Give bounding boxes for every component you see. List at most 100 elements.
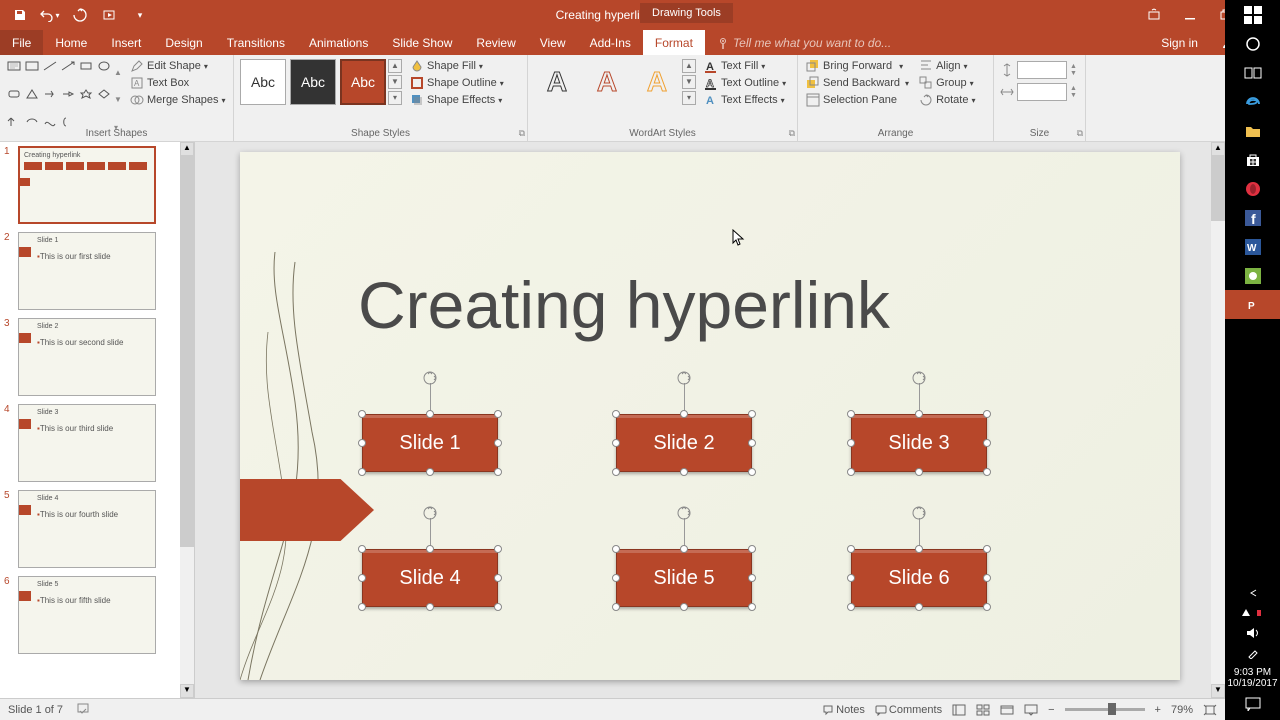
resize-handle[interactable]: [983, 545, 991, 553]
text-effects-button[interactable]: AText Effects▾: [704, 93, 786, 107]
resize-handle[interactable]: [426, 545, 434, 553]
resize-handle[interactable]: [494, 603, 502, 611]
resize-handle[interactable]: [847, 439, 855, 447]
merge-shapes-button[interactable]: Merge Shapes▾: [130, 93, 226, 107]
resize-handle[interactable]: [748, 574, 756, 582]
height-up[interactable]: ▲: [1070, 63, 1077, 70]
win-show-hidden-icon[interactable]: [1233, 583, 1273, 603]
shape-styles-down[interactable]: ▼: [388, 75, 402, 89]
pentagon-accent-shape[interactable]: [240, 479, 374, 541]
shape-styles-dialog-icon[interactable]: ⧉: [519, 128, 525, 139]
start-from-beginning-icon[interactable]: [98, 3, 122, 27]
resize-handle[interactable]: [748, 603, 756, 611]
wordart-style-3[interactable]: A: [634, 59, 680, 105]
slide-thumbnail-4[interactable]: 4 Slide 3▪This is our third slide: [0, 400, 194, 486]
resize-handle[interactable]: [426, 603, 434, 611]
shape-height-input[interactable]: [1017, 61, 1067, 79]
resize-handle[interactable]: [358, 439, 366, 447]
resize-handle[interactable]: [748, 468, 756, 476]
comments-button[interactable]: Comments: [875, 704, 942, 716]
resize-handle[interactable]: [426, 410, 434, 418]
win-opera-icon[interactable]: [1233, 174, 1273, 203]
wordart-styles-up[interactable]: ▲: [682, 59, 696, 73]
tab-format[interactable]: Format: [643, 30, 705, 55]
tab-animations[interactable]: Animations: [297, 30, 380, 55]
width-down[interactable]: ▼: [1070, 92, 1077, 99]
tab-view[interactable]: View: [528, 30, 578, 55]
text-fill-button[interactable]: AText Fill▾: [704, 59, 786, 73]
win-explorer-icon[interactable]: [1233, 116, 1273, 145]
win-cortana-icon[interactable]: [1233, 29, 1273, 58]
rotate-handle-icon[interactable]: [911, 504, 927, 520]
win-ink-icon[interactable]: [1233, 643, 1273, 663]
resize-handle[interactable]: [680, 410, 688, 418]
wordart-styles-dialog-icon[interactable]: ⧉: [789, 128, 795, 139]
align-button[interactable]: Align▾: [919, 59, 975, 73]
win-powerpoint-icon[interactable]: P: [1225, 290, 1280, 319]
height-down[interactable]: ▼: [1070, 70, 1077, 77]
resize-handle[interactable]: [680, 603, 688, 611]
shapes-gallery-down[interactable]: ▼: [114, 95, 126, 104]
win-tray-icons[interactable]: [1233, 603, 1273, 623]
resize-handle[interactable]: [983, 439, 991, 447]
fit-to-window-icon[interactable]: [1203, 704, 1217, 716]
shape-style-1[interactable]: Abc: [240, 59, 286, 105]
resize-handle[interactable]: [494, 439, 502, 447]
resize-handle[interactable]: [915, 545, 923, 553]
resize-handle[interactable]: [915, 603, 923, 611]
slide-thumbnail-5[interactable]: 5 Slide 4▪This is our fourth slide: [0, 486, 194, 572]
resize-handle[interactable]: [358, 603, 366, 611]
shape-effects-button[interactable]: Shape Effects▾: [410, 93, 504, 107]
group-button[interactable]: Group▾: [919, 76, 975, 90]
win-facebook-icon[interactable]: f: [1233, 203, 1273, 232]
resize-handle[interactable]: [748, 410, 756, 418]
resize-handle[interactable]: [612, 603, 620, 611]
resize-handle[interactable]: [612, 545, 620, 553]
slide-counter[interactable]: Slide 1 of 7: [8, 704, 63, 716]
slide-thumbnail-6[interactable]: 6 Slide 5▪This is our fifth slide: [0, 572, 194, 658]
shape-styles-up[interactable]: ▲: [388, 59, 402, 73]
slide-button-1[interactable]: Slide 1: [362, 414, 498, 472]
tab-transitions[interactable]: Transitions: [215, 30, 297, 55]
slideshow-view-icon[interactable]: [1024, 704, 1038, 716]
notes-button[interactable]: Notes: [822, 704, 865, 716]
slide-title-text[interactable]: Creating hyperlink: [358, 267, 890, 343]
resize-handle[interactable]: [915, 410, 923, 418]
tab-file[interactable]: File: [0, 30, 43, 55]
edit-shape-button[interactable]: Edit Shape▾: [130, 59, 226, 73]
zoom-slider[interactable]: [1065, 708, 1145, 711]
resize-handle[interactable]: [915, 468, 923, 476]
wordart-styles-down[interactable]: ▼: [682, 75, 696, 89]
shape-width-input[interactable]: [1017, 83, 1067, 101]
zoom-in-button[interactable]: +: [1155, 704, 1161, 716]
slide-button-6[interactable]: Slide 6: [851, 549, 987, 607]
wordart-styles-more[interactable]: ▾: [682, 91, 696, 105]
canvas-scroll-down[interactable]: ▼: [1211, 684, 1225, 698]
resize-handle[interactable]: [847, 603, 855, 611]
wordart-style-2[interactable]: A: [584, 59, 630, 105]
rotate-handle-icon[interactable]: [676, 504, 692, 520]
resize-handle[interactable]: [847, 468, 855, 476]
size-dialog-icon[interactable]: ⧉: [1077, 128, 1083, 139]
slide-button-5[interactable]: Slide 5: [616, 549, 752, 607]
win-edge-icon[interactable]: [1233, 87, 1273, 116]
resize-handle[interactable]: [426, 468, 434, 476]
shape-style-3[interactable]: Abc: [340, 59, 386, 105]
resize-handle[interactable]: [983, 574, 991, 582]
ribbon-options-icon[interactable]: [1136, 3, 1172, 27]
resize-handle[interactable]: [494, 545, 502, 553]
resize-handle[interactable]: [680, 468, 688, 476]
signin-link[interactable]: Sign in: [1149, 30, 1210, 55]
canvas-scrollbar[interactable]: ▲ ▼: [1211, 142, 1225, 698]
resize-handle[interactable]: [748, 439, 756, 447]
slide-thumbnail-1[interactable]: 1 Creating hyperlink: [0, 142, 194, 228]
win-start-icon[interactable]: [1233, 0, 1273, 29]
shape-styles-more[interactable]: ▾: [388, 91, 402, 105]
resize-handle[interactable]: [612, 439, 620, 447]
win-volume-icon[interactable]: [1233, 623, 1273, 643]
slide-canvas[interactable]: Creating hyperlink Slide 1 Slide 2 Slide…: [240, 152, 1180, 680]
undo-icon[interactable]: ▾: [38, 3, 62, 27]
win-store-icon[interactable]: [1233, 145, 1273, 174]
zoom-out-button[interactable]: −: [1048, 704, 1054, 716]
rotate-handle-icon[interactable]: [911, 369, 927, 385]
